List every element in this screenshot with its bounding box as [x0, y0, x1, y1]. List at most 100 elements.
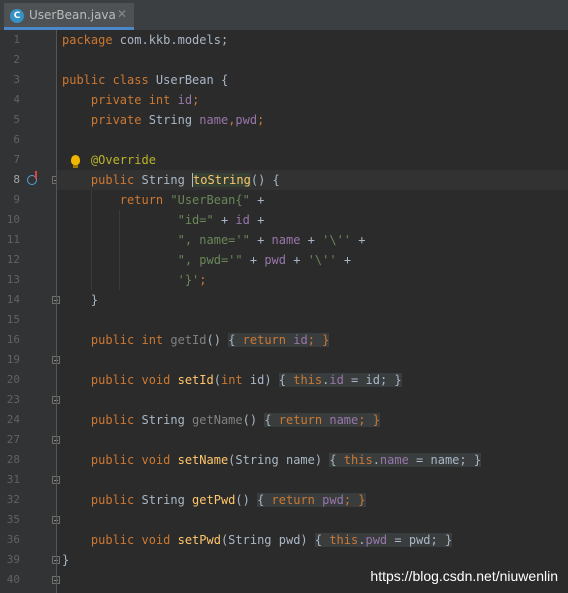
editor-tab-bar: C UserBean.java ✕ — [0, 0, 568, 30]
code-line: public void setPwd(String pwd) { this.pw… — [62, 530, 453, 550]
token: = name; } — [408, 453, 482, 467]
token: { — [278, 373, 294, 387]
code-line: ", pwd='" + pwd + '\'' + — [62, 250, 351, 270]
line-number: 36 — [6, 533, 20, 546]
line-number: 11 — [6, 233, 20, 246]
token: + — [286, 253, 308, 267]
token: = id; } — [343, 373, 402, 387]
token: '\'' — [307, 253, 337, 267]
code-line: ", name='" + name + '\'' + — [62, 230, 366, 250]
token: () { — [250, 173, 280, 187]
token: @Override — [62, 153, 156, 167]
token: private int — [62, 93, 171, 107]
token: ; } — [358, 413, 380, 427]
line-number: 14 — [6, 293, 20, 306]
line-number: 16 — [6, 333, 20, 346]
token: ; — [192, 93, 200, 107]
line-number: 39 — [6, 553, 20, 566]
line-number: 24 — [6, 413, 20, 426]
line-number: 23 — [6, 393, 20, 406]
token: ( — [213, 373, 221, 387]
token: + — [351, 233, 366, 247]
code-line: package com.kkb.models; — [62, 30, 228, 50]
line-number: 8 — [13, 173, 20, 186]
token: getName — [192, 413, 243, 427]
token: setName — [170, 453, 229, 467]
token: + — [300, 233, 323, 247]
line-number: 9 — [13, 193, 20, 206]
folded-region[interactable]: { return name; } — [264, 413, 380, 427]
token: com.kkb.models; — [112, 33, 229, 47]
token: ; } — [307, 333, 330, 347]
line-number: 2 — [13, 53, 20, 66]
token: this — [343, 453, 373, 467]
code-line: private String name,pwd; — [62, 110, 264, 130]
token: getPwd — [192, 493, 236, 507]
folded-region[interactable]: { this.pwd = pwd; } — [314, 533, 453, 547]
token: public void — [62, 453, 171, 467]
token: String — [141, 113, 200, 127]
token: pwd — [264, 253, 286, 267]
token: + — [242, 253, 265, 267]
folded-region[interactable]: { this.name = name; } — [329, 453, 482, 467]
token: (String name) — [228, 453, 330, 467]
token: pwd — [235, 113, 258, 127]
token: setId — [170, 373, 214, 387]
token: id) — [242, 373, 279, 387]
line-number: 10 — [6, 213, 20, 226]
token: { — [257, 493, 272, 507]
token: name — [271, 233, 301, 247]
token: return — [278, 413, 323, 427]
token: + — [249, 213, 265, 227]
token: { — [228, 333, 243, 347]
code-editor[interactable]: package com.kkb.models; public class Use… — [57, 30, 568, 593]
token: () — [235, 493, 258, 507]
code-line: public String getName() { return name; } — [62, 410, 380, 430]
line-number: 1 — [13, 33, 20, 46]
token: public — [62, 493, 135, 507]
line-number: 28 — [6, 453, 20, 466]
token: UserBean { — [148, 73, 229, 87]
token: return — [62, 193, 164, 207]
token: "id=" — [177, 213, 214, 227]
token: public void — [62, 373, 171, 387]
token: "UserBean{" — [163, 193, 250, 207]
token: ", pwd='" — [177, 253, 243, 267]
java-class-icon: C — [10, 9, 24, 23]
token: getId — [163, 333, 207, 347]
close-tab-icon[interactable]: ✕ — [117, 7, 127, 21]
token: package — [62, 33, 113, 47]
token: public — [62, 173, 135, 187]
token: int — [220, 373, 243, 387]
token: '}' — [177, 273, 200, 287]
token: String — [134, 173, 193, 187]
editor-tab-userbean[interactable]: C UserBean.java ✕ — [4, 3, 134, 30]
code-line: public String getPwd() { return pwd; } — [62, 490, 366, 510]
code-line: public int getId() { return id; } — [62, 330, 330, 350]
folded-region[interactable]: { return id; } — [228, 333, 330, 347]
token: name — [199, 113, 229, 127]
line-number: 7 — [13, 153, 20, 166]
code-line: public class UserBean { — [62, 70, 228, 90]
line-number: 27 — [6, 433, 20, 446]
line-number: 5 — [13, 113, 20, 126]
folded-region[interactable]: { return pwd; } — [257, 493, 366, 507]
folded-region[interactable]: { this.id = id; } — [278, 373, 402, 387]
token: { — [264, 413, 279, 427]
code-line: } — [62, 550, 69, 570]
token: ; — [199, 273, 207, 287]
token: () — [242, 413, 265, 427]
token: ", name='" — [177, 233, 250, 247]
line-number: 13 — [6, 273, 20, 286]
line-number: 19 — [6, 353, 20, 366]
override-method-icon[interactable] — [27, 171, 37, 185]
token: + — [249, 233, 272, 247]
code-line: public void setName(String name) { this.… — [62, 450, 482, 470]
code-line: public String toString() { — [62, 170, 280, 190]
code-line: public void setId(int id) { this.id = id… — [62, 370, 402, 390]
